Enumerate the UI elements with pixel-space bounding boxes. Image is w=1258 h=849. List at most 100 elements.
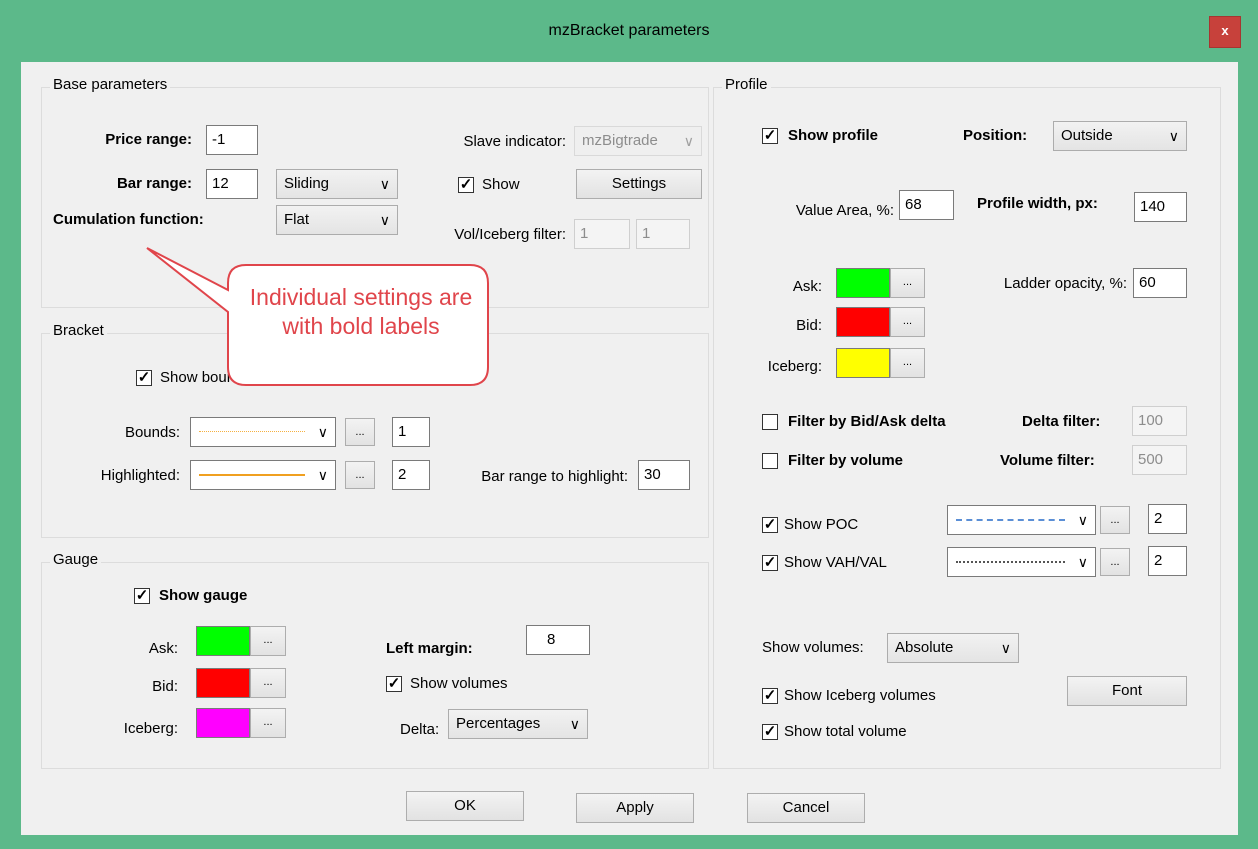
show-volumes-dropdown[interactable]: Absolute ∨ <box>887 633 1019 663</box>
show-gauge-checkbox[interactable]: ✓ <box>134 588 150 604</box>
gauge-bid-color-swatch <box>196 668 250 698</box>
profile-width-input[interactable]: 140 <box>1134 192 1187 222</box>
show-total-volume-checkbox[interactable]: ✓ <box>762 724 778 740</box>
profile-title: Profile <box>722 76 771 93</box>
value-area-label: Value Area, %: <box>795 202 894 219</box>
bar-range-label: Bar range: <box>116 175 192 192</box>
bar-range-input[interactable]: 12 <box>206 169 258 199</box>
gauge-ask-color-picker-button[interactable]: ... <box>250 626 286 656</box>
chevron-down-icon: ∨ <box>1077 554 1088 570</box>
cancel-button[interactable]: Cancel <box>747 793 865 823</box>
profile-bid-color-picker-button[interactable]: ... <box>890 307 925 337</box>
show-slave-checkbox[interactable]: ✓ <box>458 177 474 193</box>
filter-delta-label: Filter by Bid/Ask delta <box>788 413 946 430</box>
show-bounds-checkbox[interactable]: ✓ <box>136 370 152 386</box>
cumulation-function-label: Cumulation function: <box>53 211 204 228</box>
show-iceberg-volumes-checkbox[interactable]: ✓ <box>762 688 778 704</box>
bounds-label: Bounds: <box>124 424 180 441</box>
gauge-ask-label: Ask: <box>148 640 178 657</box>
vah-val-line-preview <box>956 561 1065 563</box>
vah-val-color-picker-button[interactable]: ... <box>1100 548 1130 576</box>
slave-indicator-label: Slave indicator: <box>463 133 566 150</box>
filter-volume-checkbox[interactable] <box>762 453 778 469</box>
dialog-window: mzBracket parameters x Base parameters P… <box>0 0 1258 849</box>
font-button[interactable]: Font <box>1067 676 1187 706</box>
gauge-iceberg-color-picker-button[interactable]: ... <box>250 708 286 738</box>
apply-button[interactable]: Apply <box>576 793 694 823</box>
chevron-down-icon: ∨ <box>569 716 580 732</box>
delta-filter-label: Delta filter: <box>1022 413 1101 430</box>
highlighted-color-picker-button[interactable]: ... <box>345 461 375 489</box>
show-vah-val-label: Show VAH/VAL <box>784 554 887 571</box>
profile-group: Profile ✓ Show profile Position: Outside… <box>713 76 1221 769</box>
show-vah-val-checkbox[interactable]: ✓ <box>762 555 778 571</box>
poc-width-input[interactable]: 2 <box>1148 504 1187 534</box>
chevron-down-icon: ∨ <box>379 212 390 228</box>
window-title: mzBracket parameters <box>548 22 710 39</box>
callout-text: Individual settings are with bold labels <box>249 284 473 339</box>
delta-dropdown[interactable]: Percentages ∨ <box>448 709 588 739</box>
poc-color-picker-button[interactable]: ... <box>1100 506 1130 534</box>
bar-range-mode-dropdown[interactable]: Sliding ∨ <box>276 169 398 199</box>
volume-filter-input: 500 <box>1132 445 1187 475</box>
gauge-show-volumes-label: Show volumes <box>410 675 508 692</box>
ladder-opacity-input[interactable]: 60 <box>1133 268 1187 298</box>
gauge-ask-color-swatch <box>196 626 250 656</box>
position-dropdown[interactable]: Outside ∨ <box>1053 121 1187 151</box>
price-range-input[interactable]: -1 <box>206 125 258 155</box>
ok-button[interactable]: OK <box>406 791 524 821</box>
chevron-down-icon: ∨ <box>317 467 328 483</box>
bounds-color-picker-button[interactable]: ... <box>345 418 375 446</box>
chevron-down-icon: ∨ <box>1000 640 1011 656</box>
delta-label: Delta: <box>400 721 440 738</box>
title-bar[interactable]: mzBracket parameters x <box>0 0 1258 62</box>
value-area-input[interactable]: 68 <box>899 190 954 220</box>
left-margin-input[interactable]: 8 <box>526 625 590 655</box>
bar-range-mode-value: Sliding <box>284 175 330 192</box>
vol-filter-input-2: 1 <box>636 219 690 249</box>
bracket-title: Bracket <box>50 322 107 339</box>
bounds-style-dropdown[interactable]: ∨ <box>190 417 336 447</box>
slave-indicator-value: mzBigtrade <box>582 132 658 149</box>
profile-ask-color-picker-button[interactable]: ... <box>890 268 925 298</box>
left-margin-label: Left margin: <box>386 640 473 657</box>
client-area: Base parameters Price range: -1 Bar rang… <box>21 62 1238 835</box>
bounds-width-input[interactable]: 1 <box>392 417 430 447</box>
highlighted-label: Highlighted: <box>100 467 180 484</box>
show-profile-checkbox[interactable]: ✓ <box>762 128 778 144</box>
bar-range-highlight-input[interactable]: 30 <box>638 460 690 490</box>
chevron-down-icon: ∨ <box>1168 128 1179 144</box>
profile-iceberg-label: Iceberg: <box>767 358 822 375</box>
vah-val-style-dropdown[interactable]: ∨ <box>947 547 1096 577</box>
highlighted-width-input[interactable]: 2 <box>392 460 430 490</box>
show-volumes-value: Absolute <box>895 639 954 656</box>
close-button[interactable]: x <box>1209 16 1241 48</box>
vol-iceberg-filter-label: Vol/Iceberg filter: <box>454 226 566 243</box>
show-volumes-label: Show volumes: <box>762 639 864 656</box>
gauge-bid-color-picker-button[interactable]: ... <box>250 668 286 698</box>
poc-style-dropdown[interactable]: ∨ <box>947 505 1096 535</box>
show-total-volume-label: Show total volume <box>784 723 907 740</box>
highlighted-style-dropdown[interactable]: ∨ <box>190 460 336 490</box>
base-parameters-title: Base parameters <box>50 76 171 93</box>
vah-val-width-input[interactable]: 2 <box>1148 546 1187 576</box>
filter-volume-label: Filter by volume <box>788 452 904 469</box>
cumulation-function-dropdown[interactable]: Flat ∨ <box>276 205 398 235</box>
show-iceberg-volumes-label: Show Iceberg volumes <box>784 687 936 704</box>
profile-width-label: Profile width, px: <box>977 195 1098 212</box>
show-poc-checkbox[interactable]: ✓ <box>762 517 778 533</box>
profile-iceberg-color-picker-button[interactable]: ... <box>890 348 925 378</box>
gauge-title: Gauge <box>50 551 102 568</box>
price-range-label: Price range: <box>105 131 192 148</box>
volume-filter-label: Volume filter: <box>1000 452 1095 469</box>
base-parameters-group: Base parameters Price range: -1 Bar rang… <box>41 76 709 308</box>
cumulation-function-value: Flat <box>284 211 310 228</box>
position-value: Outside <box>1061 127 1113 144</box>
position-label: Position: <box>963 127 1028 144</box>
chevron-down-icon: ∨ <box>317 424 328 440</box>
settings-button[interactable]: Settings <box>576 169 702 199</box>
gauge-iceberg-label: Iceberg: <box>123 720 178 737</box>
filter-delta-checkbox[interactable] <box>762 414 778 430</box>
gauge-show-volumes-checkbox[interactable]: ✓ <box>386 676 402 692</box>
show-gauge-label: Show gauge <box>159 587 248 604</box>
